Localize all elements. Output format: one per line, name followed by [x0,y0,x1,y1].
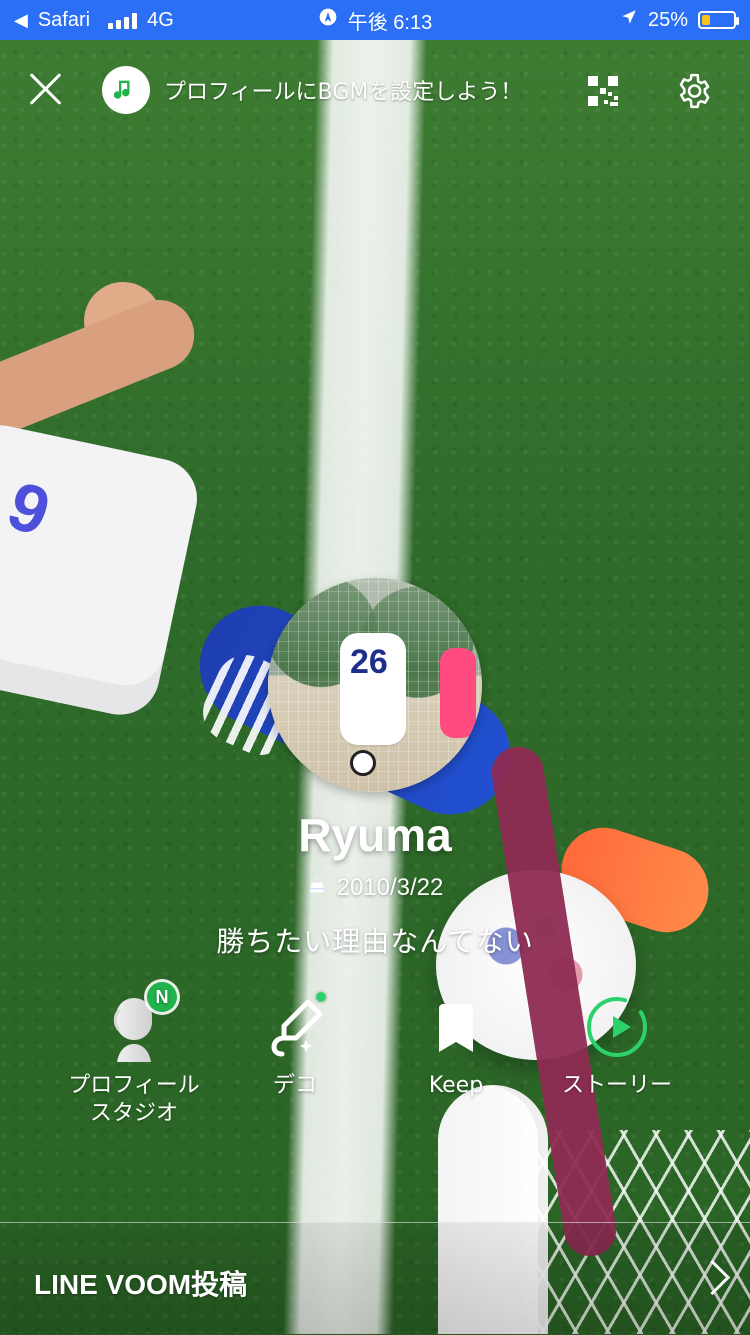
birthday-date: 2010/3/22 [336,874,444,901]
signal-bars-icon [108,11,138,29]
profile-studio-action[interactable]: N プロフィール スタジオ [54,982,214,1127]
music-note-icon[interactable] [102,66,150,114]
deco-pen-icon[interactable] [260,992,330,1062]
line-voom-bar[interactable]: LINE VOOM投稿 [0,1222,750,1335]
status-left: ◀ Safari 4G [14,9,174,32]
avatar-jersey-number: 26 [350,643,388,681]
profile-actions: N プロフィール スタジオ デコ Keep ストーリー [0,982,750,1152]
qr-code-icon[interactable] [586,74,620,108]
deco-action[interactable]: デコ [215,992,375,1100]
story-action[interactable]: ストーリー [537,992,697,1100]
chevron-right-icon[interactable] [694,1259,731,1296]
profile-studio-label-1: プロフィール [68,1073,200,1098]
navigation-icon [318,7,338,33]
bgm-prompt[interactable]: プロフィールにBGMを設定しよう！ [102,66,522,114]
location-arrow-icon [620,8,638,32]
network-label: 4G [147,8,174,31]
back-to-app-icon[interactable]: ◀ [14,10,28,31]
line-voom-label[interactable]: LINE VOOM投稿 [34,1263,247,1303]
birthday-cake-icon [307,874,327,902]
status-right: 25% [620,8,739,32]
deco-indicator-dot [316,992,326,1002]
profile-birthday: 2010/3/22 [0,874,750,902]
story-label: ストーリー [561,1073,672,1098]
profile-name[interactable]: Ryuma [0,808,750,862]
battery-percent: 25% [647,8,688,31]
deco-label: デコ [272,1073,317,1098]
status-bar: ◀ Safari 4G 午後 6:13 25% [0,0,750,40]
close-icon[interactable] [26,70,64,108]
keep-action[interactable]: Keep [376,992,536,1100]
profile-studio-icon[interactable]: N [99,982,177,1062]
new-badge: N [147,982,177,1012]
story-play-icon[interactable] [582,992,652,1062]
battery-icon [698,11,739,29]
back-app-label[interactable]: Safari [38,9,90,32]
keep-bookmark-icon[interactable] [421,992,491,1062]
keep-label: Keep [428,1073,484,1098]
profile-studio-label-2: スタジオ [89,1100,178,1126]
settings-gear-icon[interactable] [674,72,712,110]
time-label: 午後 6:13 [347,11,433,34]
bgm-prompt-text[interactable]: プロフィールにBGMを設定しよう！ [164,74,522,106]
avatar-soccer-ball [350,750,376,776]
avatar-goalkeeper [440,648,476,738]
top-overlay-bar: プロフィールにBGMを設定しよう！ [0,40,750,136]
player-shirt [0,417,205,723]
status-message[interactable]: 勝ちたい理由なんてない [0,920,750,960]
profile-avatar[interactable]: 26 [268,578,482,792]
